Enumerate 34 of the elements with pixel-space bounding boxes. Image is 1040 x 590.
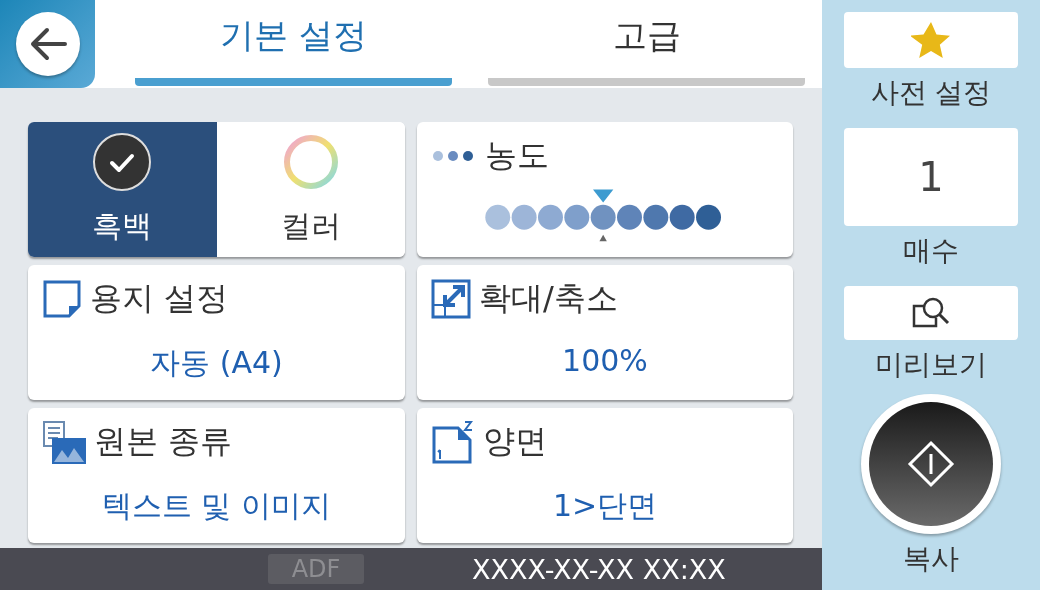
setting-label: 양면: [483, 421, 547, 462]
duplex-page-icon: [431, 420, 475, 464]
preview-button[interactable]: [844, 286, 1018, 340]
copies-field[interactable]: 1: [844, 128, 1018, 226]
color-mode-option[interactable]: 흑백: [28, 122, 217, 257]
copy-label: 복사: [903, 541, 959, 577]
document-image-icon: [42, 420, 86, 464]
resize-icon: [431, 279, 471, 319]
date-time: XXXX-XX-XX XX:XX: [472, 553, 726, 585]
check-circle-icon: [92, 132, 153, 192]
start-icon: [907, 440, 955, 488]
setting-value: 100%: [561, 343, 649, 378]
star-icon: [911, 21, 951, 59]
setting-card[interactable]: 원본 종류 텍스트 및 이미지: [28, 408, 405, 543]
color-mode-option[interactable]: 컬러: [216, 122, 405, 257]
setting-card[interactable]: 양면 1>단면: [417, 408, 793, 543]
setting-value: 텍스트 및 이미지: [100, 487, 333, 525]
setting-label: 용지 설정: [90, 278, 229, 319]
back-button[interactable]: [15, 12, 80, 76]
setting-card[interactable]: 확대/축소 100%: [417, 265, 793, 400]
preview-label: 미리보기: [875, 347, 987, 383]
setting-label: 확대/축소: [479, 278, 618, 319]
paper-icon: [42, 279, 82, 319]
setting-value: 1>단면: [551, 487, 659, 525]
preview-icon: [911, 296, 951, 330]
back-arrow-icon: [28, 27, 67, 61]
density-marker[interactable]: [593, 189, 614, 242]
density-label: 농도: [485, 135, 549, 176]
copies-label: 매수: [903, 233, 959, 269]
presets-label: 사전 설정: [870, 75, 992, 111]
density-card[interactable]: 농도: [417, 122, 793, 257]
setting-value: 자동 (A4): [149, 344, 284, 382]
setting-card[interactable]: 용지 설정 자동 (A4): [28, 265, 405, 400]
setting-label: 원본 종류: [94, 421, 233, 462]
